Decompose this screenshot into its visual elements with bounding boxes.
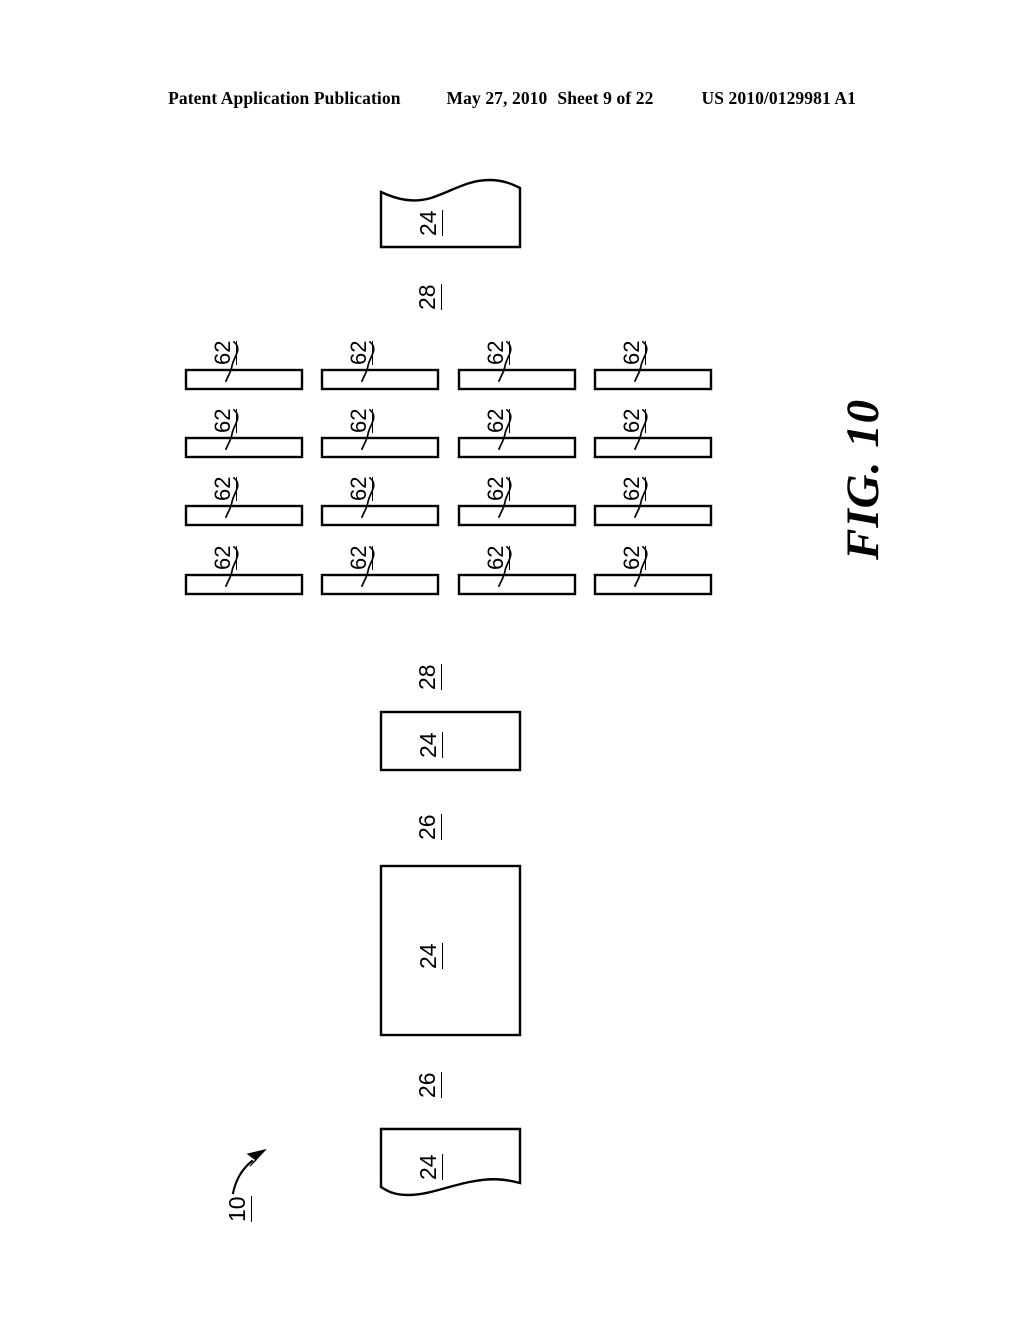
ref-label-62: 62 [346, 340, 373, 365]
ref-label-62: 62 [210, 408, 237, 433]
element-bar [320, 504, 440, 527]
ref-label-28-top: 28 [414, 284, 442, 310]
ref-label-10-assembly: 10 [224, 1196, 252, 1222]
bottom-substrate-outline [379, 1127, 522, 1197]
ref-label-62: 62 [210, 476, 237, 501]
element-bar [593, 504, 713, 527]
ref-label-62: 62 [483, 408, 510, 433]
element-bar [184, 573, 304, 596]
ref-label-62: 62 [619, 476, 646, 501]
ref-label-62: 62 [483, 340, 510, 365]
ref-label-26-upper: 26 [414, 814, 442, 840]
element-bar [593, 436, 713, 459]
ref-label-62: 62 [210, 340, 237, 365]
element-bar [320, 436, 440, 459]
ref-label-62: 62 [346, 476, 373, 501]
element-bar [457, 436, 577, 459]
ref-label-62: 62 [483, 476, 510, 501]
element-bar [184, 368, 304, 391]
element-bar [457, 504, 577, 527]
figure-title: FIG. 10 [837, 398, 889, 560]
ref-label-24-middle: 24 [415, 732, 443, 758]
element-bar [320, 573, 440, 596]
ref-label-62: 62 [346, 408, 373, 433]
figure-linework [184, 178, 713, 1197]
element-bar [184, 504, 304, 527]
assembly-lead-line [231, 1159, 254, 1195]
ref-label-62: 62 [619, 340, 646, 365]
figure-drawing: 24 28 62 62 62 62 62 62 62 62 62 62 62 6… [0, 0, 1024, 1320]
ref-label-62: 62 [483, 545, 510, 570]
element-bar [457, 368, 577, 391]
large-substrate-outline [379, 864, 522, 1037]
ref-label-24-bottom: 24 [415, 1154, 443, 1180]
ref-label-62: 62 [346, 545, 373, 570]
ref-label-62: 62 [210, 545, 237, 570]
ref-label-62: 62 [619, 408, 646, 433]
element-bar [320, 368, 440, 391]
ref-label-26-lower: 26 [414, 1072, 442, 1098]
ref-label-24-large: 24 [415, 943, 443, 969]
element-bar [593, 368, 713, 391]
patent-drawing-page: Patent Application Publication May 27, 2… [0, 0, 1024, 1320]
element-bar [184, 436, 304, 459]
top-substrate-outline [379, 178, 522, 249]
element-bar [593, 573, 713, 596]
element-bar [457, 573, 577, 596]
ref-label-28-bottom: 28 [414, 664, 442, 690]
ref-label-24-top: 24 [415, 210, 443, 236]
ref-label-62: 62 [619, 545, 646, 570]
middle-substrate-outline [379, 710, 522, 772]
